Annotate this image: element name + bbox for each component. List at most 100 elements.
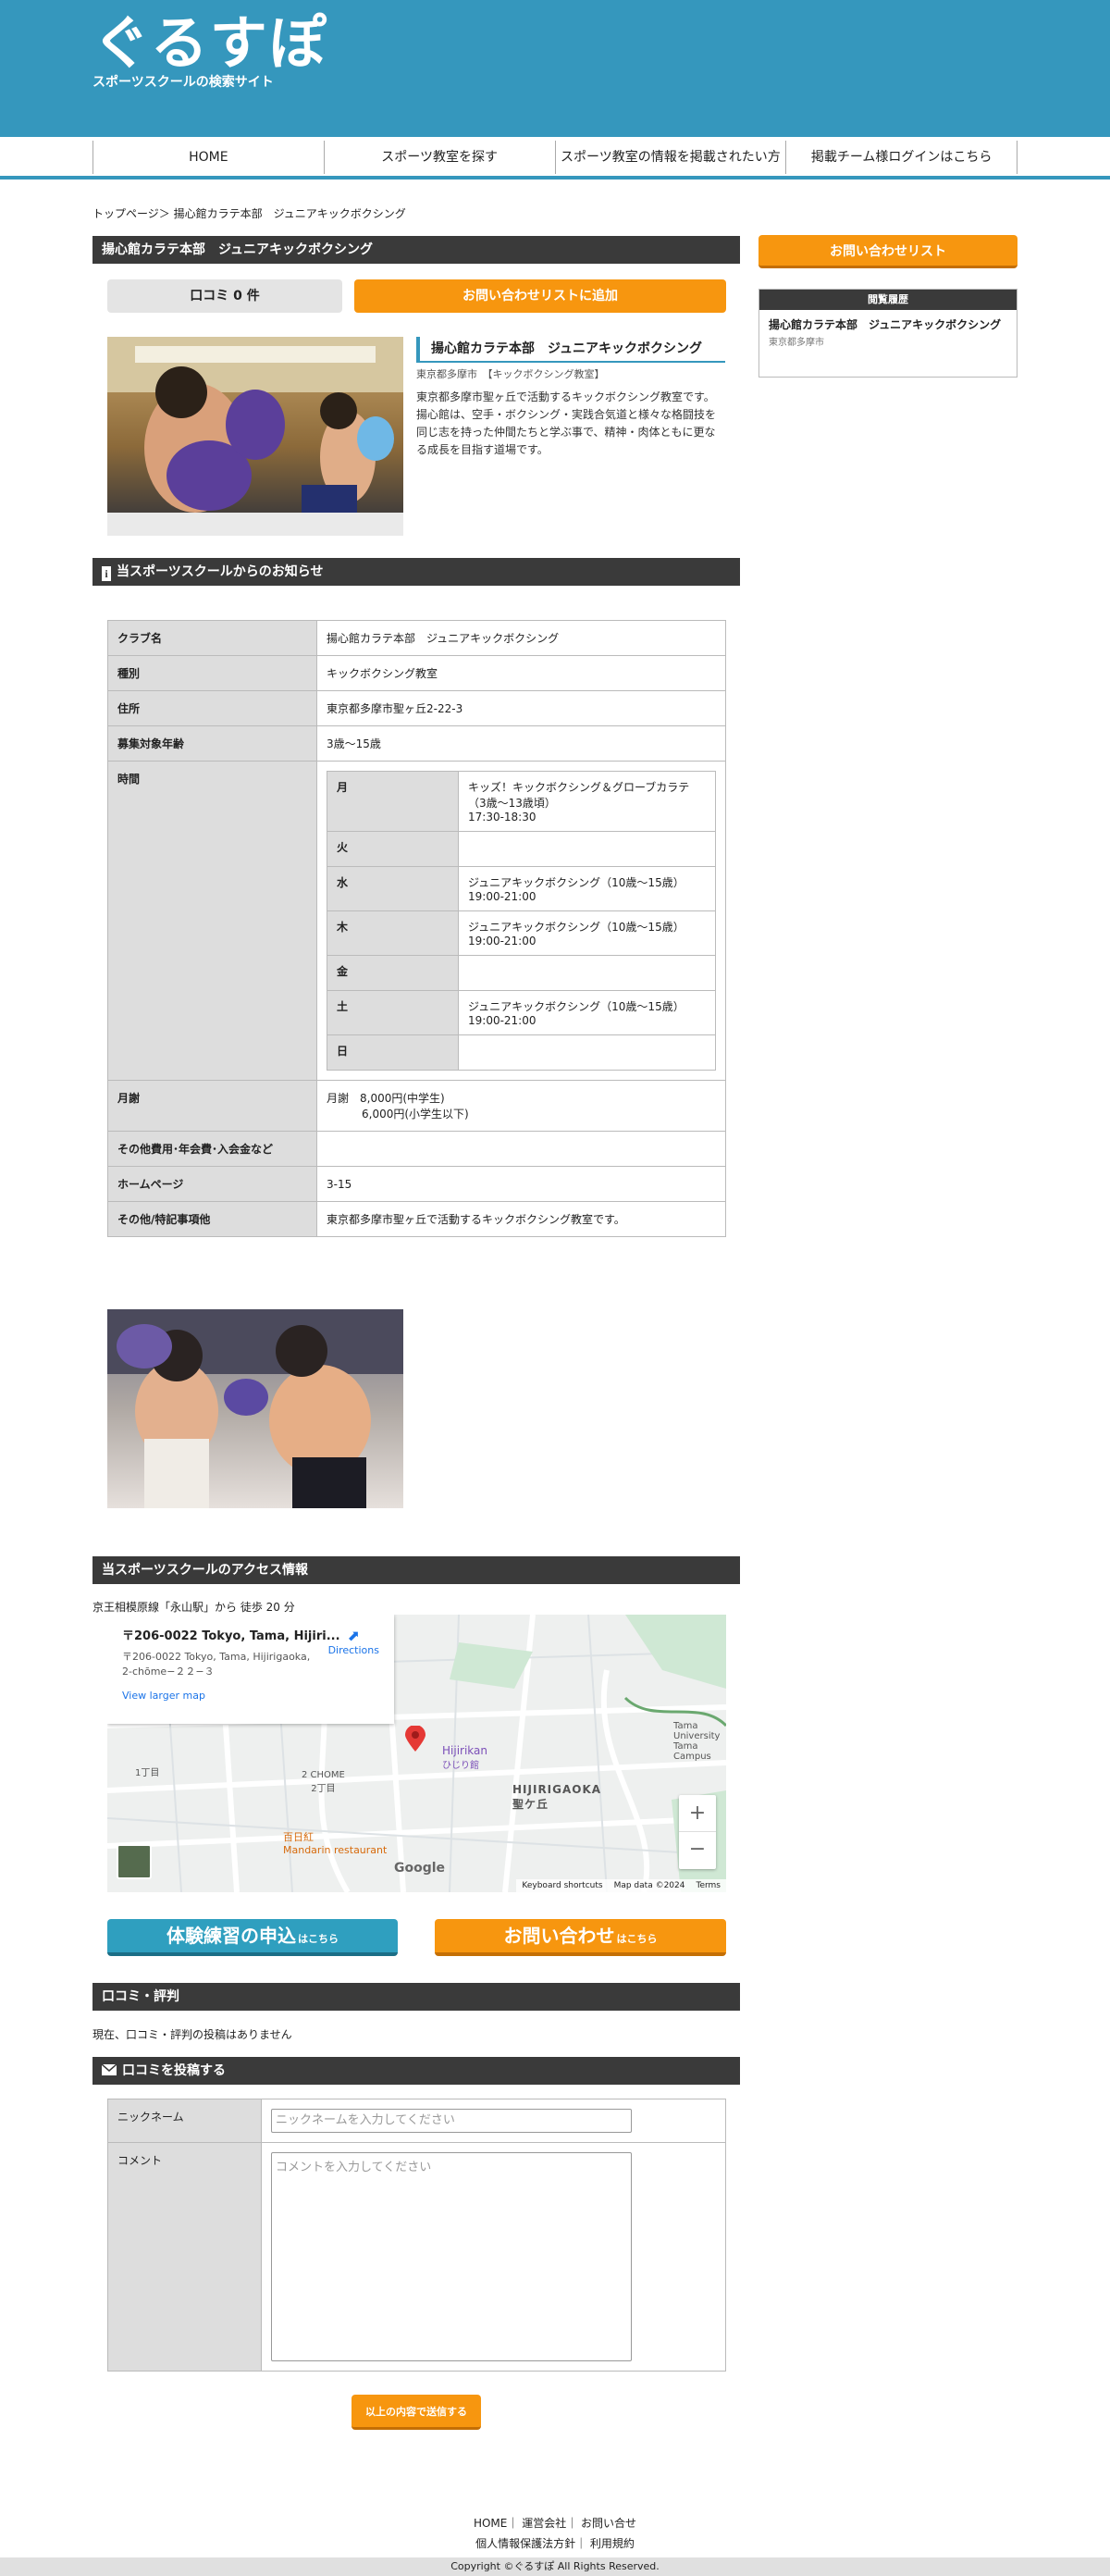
- map-area-label-3: 1丁目: [135, 1768, 160, 1778]
- table-row: 募集対象年齢 3歳〜15歳: [107, 725, 726, 762]
- map-layer-toggle[interactable]: [117, 1844, 152, 1879]
- history-item-area: 東京都多摩市: [769, 338, 824, 348]
- table-row: 時間 月キッズ！キックボクシング＆グローブカラテ（3歳〜13歳頃） 17:30-1…: [107, 761, 726, 1081]
- schedule-row: 水ジュニアキックボクシング（10歳〜15歳） 19:00-21:00: [327, 866, 716, 911]
- reviews-heading: 口コミ・評判: [92, 1983, 740, 2011]
- footer-terms-link[interactable]: 利用規約: [590, 2537, 635, 2550]
- info-label: 時間: [107, 761, 317, 1081]
- breadcrumb[interactable]: トップページ＞ 揚心館カラテ本部 ジュニアキックボクシング: [92, 205, 406, 221]
- site-header: ぐるすぽ スポーツスクールの検索サイト: [0, 0, 1110, 137]
- history-item-link[interactable]: 揚心館カラテ本部 ジュニアキックボクシング: [759, 310, 1017, 332]
- add-contact-list-button[interactable]: お問い合わせリストに追加: [354, 279, 726, 313]
- site-logo[interactable]: ぐるすぽ スポーツスクールの検索サイト: [92, 11, 328, 91]
- info-label: その他/特記事項他: [107, 1201, 317, 1237]
- info-icon: i: [102, 566, 111, 581]
- notice-heading-label: 当スポーツスクールからのお知らせ: [117, 564, 324, 579]
- map-zoom-control: + −: [679, 1795, 716, 1869]
- google-map[interactable]: 〒206-0022 Tokyo, Tama, Hijiri... 〒206-00…: [107, 1615, 726, 1892]
- schedule-row: 金: [327, 955, 716, 991]
- footer-company-link[interactable]: 運営会社: [522, 2517, 566, 2530]
- footer-home-link[interactable]: HOME: [474, 2517, 507, 2530]
- info-value: キックボクシング教室: [316, 655, 726, 691]
- view-larger-map-link[interactable]: View larger map: [122, 1690, 379, 1702]
- trial-signup-button[interactable]: 体験練習の申込 はこちら: [107, 1919, 398, 1956]
- map-info-card: 〒206-0022 Tokyo, Tama, Hijiri... 〒206-00…: [107, 1615, 394, 1724]
- info-value: 3歳〜15歳: [316, 725, 726, 762]
- post-review-heading: 口コミを投稿する: [92, 2057, 740, 2085]
- info-value: 揚心館カラテ本部 ジュニアキックボクシング: [316, 620, 726, 656]
- school-description: 東京都多摩市聖ヶ丘で活動するキックボクシング教室です。揚心館は、空手・ボクシング…: [416, 390, 717, 456]
- table-row: 住所 東京都多摩市聖ヶ丘2-22-3: [107, 690, 726, 726]
- map-poi-hijirikan: Hijirikan ひじり館: [442, 1744, 487, 1771]
- contact-list-button[interactable]: お問い合わせリスト: [758, 235, 1018, 268]
- footer-links: HOME｜ 運営会社｜ お問い合せ 個人情報保護法方針｜ 利用規約: [473, 2517, 637, 2550]
- table-row: その他費用･年会費･入会金など: [107, 1131, 726, 1167]
- table-row: 月謝 月謝 8,000円(中学生) 6,000円(小学生以下): [107, 1080, 726, 1132]
- contact-button[interactable]: お問い合わせ はこちら: [435, 1919, 726, 1956]
- schedule-row: 木ジュニアキックボクシング（10歳〜15歳） 19:00-21:00: [327, 910, 716, 956]
- info-label: 月謝: [107, 1080, 317, 1132]
- schedule-day: 火: [327, 831, 459, 867]
- access-heading: 当スポーツスクールのアクセス情報: [92, 1556, 740, 1584]
- map-poi-university: Tama University Tama Campus: [673, 1721, 721, 1762]
- schedule-row: 土ジュニアキックボクシング（10歳〜15歳） 19:00-21:00: [327, 990, 716, 1035]
- directions-button[interactable]: ⬈ Directions: [327, 1627, 379, 1657]
- contact-button-label: お問い合わせ: [503, 1925, 615, 1947]
- zoom-out-icon[interactable]: −: [679, 1832, 716, 1869]
- keyboard-shortcuts-link[interactable]: Keyboard shortcuts: [522, 1881, 602, 1890]
- review-form: ニックネーム ニックネームを入力してください コメント コメントを入力してくださ…: [107, 2099, 726, 2372]
- map-area-label: HIJIRIGAOKA 聖ケ丘: [512, 1783, 602, 1811]
- zoom-in-icon[interactable]: +: [679, 1795, 716, 1832]
- reviews-empty-text: 現在、口コミ・評判の投稿はありません: [92, 2028, 292, 2041]
- info-value: [316, 1131, 726, 1167]
- directions-icon: ⬈: [347, 1627, 360, 1644]
- table-row: コメント コメントを入力してください: [107, 2142, 726, 2372]
- table-row: ニックネーム ニックネームを入力してください: [107, 2099, 726, 2143]
- map-data-label: Map data ©2024: [613, 1881, 685, 1890]
- access-route: 京王相模原線「永山駅」から 徒歩 20 分: [92, 1601, 295, 1614]
- fee-line: 月謝 8,000円(中学生): [327, 1092, 445, 1105]
- schedule-time: 19:00-21:00: [468, 1014, 536, 1027]
- post-review-heading-label: 口コミを投稿する: [122, 2063, 226, 2078]
- mail-icon: [102, 2064, 117, 2075]
- trial-button-label: 体験練習の申込: [166, 1925, 296, 1947]
- homepage-link[interactable]: 3-15: [316, 1166, 726, 1202]
- info-label: 種別: [107, 655, 317, 691]
- map-marker-icon[interactable]: [405, 1725, 426, 1752]
- global-nav: HOME スポーツ教室を探す スポーツ教室の情報を掲載されたい方 掲載チーム様ロ…: [92, 141, 1018, 174]
- footer-privacy-link[interactable]: 個人情報保護法方針: [475, 2537, 575, 2550]
- schedule-class: キッズ！キックボクシング＆グローブカラテ（3歳〜13歳頃）: [468, 781, 690, 810]
- info-label: 募集対象年齢: [107, 725, 317, 762]
- comment-label: コメント: [107, 2142, 262, 2372]
- nav-list-school[interactable]: スポーツ教室の情報を掲載されたい方: [556, 141, 787, 174]
- nav-home[interactable]: HOME: [93, 141, 325, 174]
- table-row: クラブ名 揚心館カラテ本部 ジュニアキックボクシング: [107, 620, 726, 656]
- info-label: その他費用･年会費･入会金など: [107, 1131, 317, 1167]
- google-logo: Google: [394, 1861, 446, 1876]
- nav-team-login[interactable]: 掲載チーム様ログインはこちら: [786, 141, 1018, 174]
- logo-text: ぐるすぽ: [92, 12, 328, 76]
- trial-button-sub: はこちら: [298, 1933, 339, 1945]
- info-label: 住所: [107, 690, 317, 726]
- schedule-time: 17:30-18:30: [468, 811, 536, 824]
- comment-textarea[interactable]: コメントを入力してください: [271, 2152, 632, 2361]
- schedule-day: 月: [327, 771, 459, 832]
- nickname-input[interactable]: ニックネームを入力してください: [271, 2109, 632, 2133]
- page-title: 揚心館カラテ本部 ジュニアキックボクシング: [92, 236, 740, 264]
- school-photo-2: [107, 1309, 403, 1508]
- directions-label: Directions: [327, 1644, 379, 1656]
- reviews-count-button[interactable]: 口コミ 0 件: [107, 279, 342, 313]
- submit-review-button[interactable]: 以上の内容で送信する: [352, 2395, 481, 2430]
- school-info-table: クラブ名 揚心館カラテ本部 ジュニアキックボクシング 種別 キックボクシング教室 住…: [107, 620, 726, 1237]
- schedule-time: 19:00-21:00: [468, 935, 536, 947]
- map-footer: Keyboard shortcuts Map data ©2024 Terms: [516, 1879, 726, 1892]
- map-terms-link[interactable]: Terms: [696, 1881, 721, 1890]
- nav-search[interactable]: スポーツ教室を探す: [325, 141, 556, 174]
- info-label: クラブ名: [107, 620, 317, 656]
- contact-button-sub: はこちら: [616, 1933, 658, 1945]
- schedule-day: 金: [327, 955, 459, 991]
- browse-history: 閲覧履歴 揚心館カラテ本部 ジュニアキックボクシング 東京都多摩市: [758, 289, 1018, 378]
- browse-history-heading: 閲覧履歴: [759, 290, 1017, 310]
- schedule-class: ジュニアキックボクシング（10歳〜15歳）: [468, 1000, 684, 1013]
- footer-contact-link[interactable]: お問い合せ: [581, 2517, 636, 2530]
